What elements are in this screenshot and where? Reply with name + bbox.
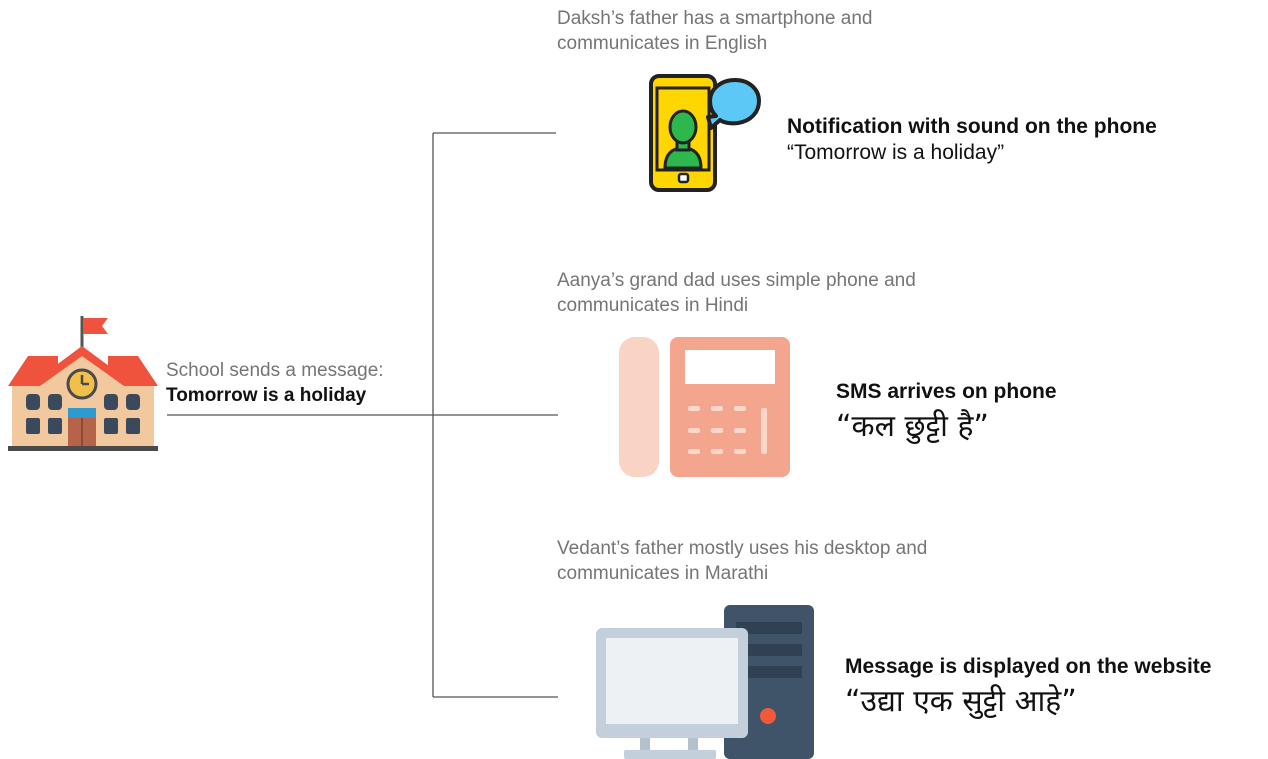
result-title: Notification with sound on the phone [787,115,1157,138]
smartphone-chat-icon [648,74,764,194]
result-message: “Tomorrow is a holiday” [787,141,1005,164]
landline-phone-icon [618,336,792,478]
school-message: School sends a message: Tomorrow is a ho… [166,358,384,408]
desktop-computer-icon [594,604,816,759]
result-message: “उद्या एक सुट्टी आहे” [845,684,1077,719]
recipient-result-landline: SMS arrives on phone “कल छुट्टी है” [836,379,1057,445]
result-message: “कल छुट्टी है” [836,409,989,444]
school-message-text: Tomorrow is a holiday [166,385,367,406]
recipient-result-desktop: Message is displayed on the website “उद्… [845,654,1211,720]
note-line: Aanya’s grand dad uses simple phone and [557,270,916,291]
note-line: Vedant’s father mostly uses his desktop … [557,538,928,559]
recipient-note-aanya: Aanya’s grand dad uses simple phone and … [557,268,916,318]
school-building-icon [8,314,158,454]
recipient-result-smartphone: Notification with sound on the phone “To… [787,114,1157,166]
note-line: Daksh’s father has a smartphone and [557,8,873,29]
result-title: Message is displayed on the website [845,655,1212,678]
recipient-note-vedant: Vedant’s father mostly uses his desktop … [557,536,927,586]
recipient-note-daksh: Daksh’s father has a smartphone and comm… [557,6,872,56]
note-line: communicates in Hindi [557,295,749,316]
note-line: communicates in English [557,33,768,54]
result-title: SMS arrives on phone [836,380,1057,403]
note-line: communicates in Marathi [557,563,769,584]
school-message-label: School sends a message: [166,360,384,381]
